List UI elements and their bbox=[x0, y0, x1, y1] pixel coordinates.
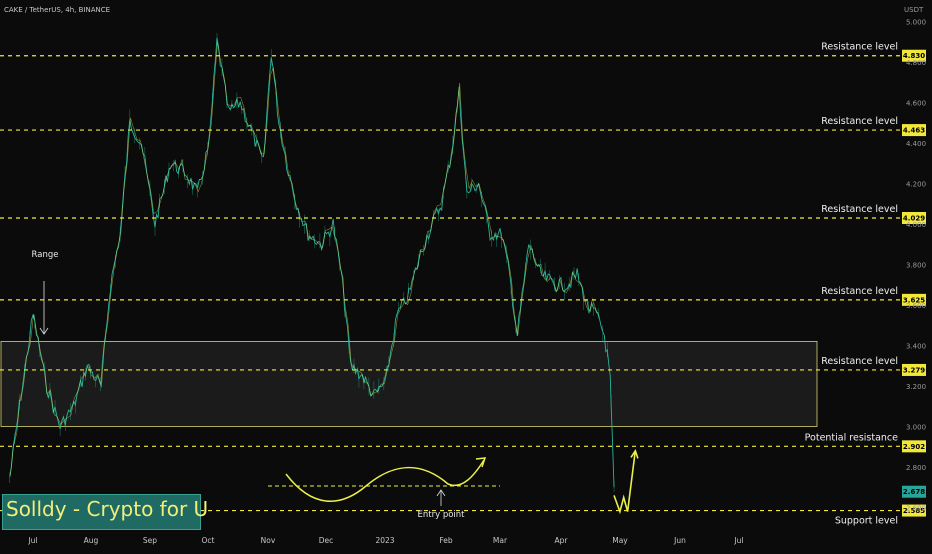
y-tick-label: 3.800 bbox=[906, 261, 926, 269]
x-tick-label: Aug bbox=[84, 536, 99, 545]
level-badge-value: 3.279 bbox=[903, 366, 925, 374]
level-label: Resistance level bbox=[821, 356, 898, 367]
y-tick-label: 4.200 bbox=[906, 180, 926, 188]
y-tick-label: 2.600 bbox=[906, 505, 926, 513]
x-tick-label: Nov bbox=[261, 536, 276, 545]
level-badge-value: 2.902 bbox=[903, 443, 925, 451]
y-tick-label: 4.600 bbox=[906, 99, 926, 107]
x-tick-label: Mar bbox=[493, 536, 508, 545]
level-label: Resistance level bbox=[821, 42, 898, 53]
x-tick-label: Jun bbox=[673, 536, 686, 545]
x-tick-label: May bbox=[612, 536, 628, 545]
y-tick-label: 4.800 bbox=[906, 59, 926, 67]
x-tick-label: Jul bbox=[27, 536, 37, 545]
watermark-text: Solldy - Crypto for U bbox=[6, 497, 209, 521]
level-badge-value: 4.463 bbox=[903, 127, 925, 135]
level-label: Support level bbox=[835, 516, 898, 527]
level-label: Resistance level bbox=[821, 286, 898, 297]
y-tick-label: 3.000 bbox=[906, 423, 926, 431]
y-tick-label: 3.200 bbox=[906, 383, 926, 391]
y-tick-label: 5.000 bbox=[906, 18, 926, 26]
x-tick-label: Sep bbox=[143, 536, 157, 545]
entry-point-annotation: Entry point bbox=[418, 510, 466, 520]
x-tick-label: Oct bbox=[202, 536, 215, 545]
level-label: Resistance level bbox=[821, 204, 898, 215]
level-label: Resistance level bbox=[821, 116, 898, 127]
symbol-title: CAKE / TetherUS, 4h, BINANCE bbox=[4, 6, 110, 14]
current-price-value: 2.678 bbox=[903, 488, 925, 496]
y-tick-label: 3.400 bbox=[906, 342, 926, 350]
range-annotation: Range bbox=[32, 250, 59, 260]
y-tick-label: 2.800 bbox=[906, 464, 926, 472]
y-tick-label: 4.400 bbox=[906, 140, 926, 148]
x-tick-label: Feb bbox=[439, 536, 453, 545]
chart-background bbox=[0, 0, 932, 550]
y-tick-label: 4.000 bbox=[906, 221, 926, 229]
range-box bbox=[0, 340, 818, 427]
price-chart[interactable]: Resistance level4.830Resistance level4.4… bbox=[0, 0, 932, 550]
x-tick-label: Apr bbox=[555, 536, 569, 545]
y-tick-label: 3.600 bbox=[906, 302, 926, 310]
chart-area[interactable]: Resistance level 4.830 Resistance level 4.4… bbox=[0, 0, 932, 550]
x-tick-label: Jul bbox=[733, 536, 743, 545]
level-label: Potential resistance bbox=[805, 432, 899, 443]
x-tick-label: Dec bbox=[319, 536, 334, 545]
currency-label: USDT bbox=[904, 6, 924, 14]
x-tick-label: 2023 bbox=[375, 536, 394, 545]
